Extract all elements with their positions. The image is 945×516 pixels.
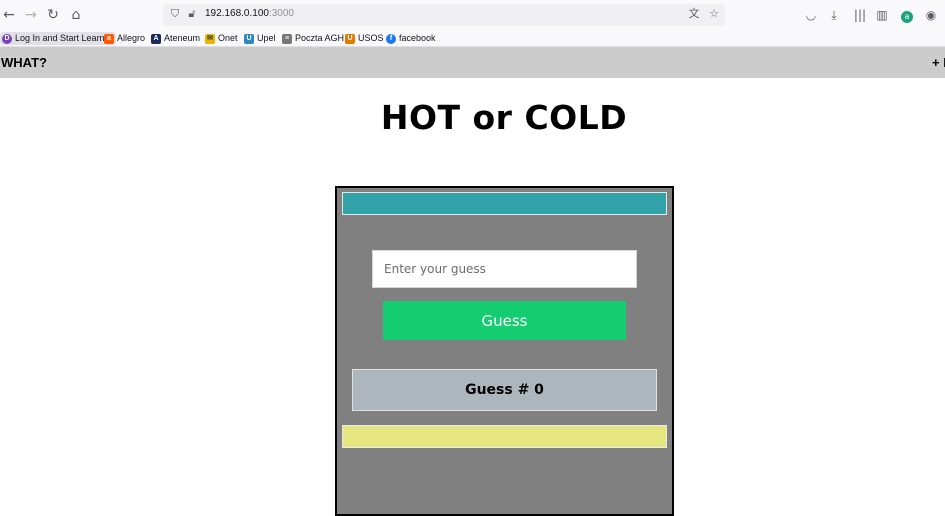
guess-button[interactable]: Guess: [383, 301, 626, 340]
download-icon[interactable]: ⤓: [825, 6, 843, 24]
feedback-bar: [342, 425, 667, 448]
poczta-icon: ≡: [282, 33, 292, 44]
insecure-lock-icon[interactable]: 🔓︎: [185, 7, 199, 21]
account-icon[interactable]: ◉: [922, 6, 940, 24]
ateneum-icon: A: [151, 33, 161, 44]
app-nav-title[interactable]: WHAT?: [1, 55, 47, 70]
sidebar-icon[interactable]: ▥: [873, 6, 891, 24]
library-icon[interactable]: |||: [851, 6, 869, 24]
guess-count: Guess # 0: [465, 382, 544, 398]
bookmark-item[interactable]: a Allegro: [104, 32, 145, 45]
bookmark-label: Onet: [218, 33, 238, 43]
d2l-icon: D: [2, 33, 12, 44]
facebook-icon: f: [386, 33, 396, 44]
bookmark-item[interactable]: D Log In and Start Learni...: [0, 32, 117, 45]
page-title: HOT or COLD: [380, 98, 628, 137]
bookmark-label: Poczta AGH: [295, 33, 345, 43]
bookmark-label: facebook: [399, 33, 436, 43]
bookmarks-bar: D Log In and Start Learni... a Allegro A…: [0, 30, 945, 47]
url-host: 192.168.0.100: [205, 8, 269, 19]
reload-icon[interactable]: ↻: [44, 6, 62, 24]
upel-icon: U: [244, 33, 254, 44]
bookmark-item[interactable]: f facebook: [386, 32, 436, 45]
shield-icon[interactable]: ⛉: [168, 7, 182, 21]
onet-icon: ✉: [205, 33, 215, 44]
bookmark-label: USOS: [358, 33, 384, 43]
url-text[interactable]: 192.168.0.100:3000: [205, 8, 294, 19]
temperature-bar: [342, 192, 667, 215]
back-arrow-icon[interactable]: ←: [0, 6, 18, 24]
app-nav-new-game-link[interactable]: + I: [932, 55, 945, 70]
bookmark-item[interactable]: ✉ Onet: [205, 32, 238, 45]
url-bar[interactable]: ⛉ 🔓︎ 192.168.0.100:3000 文 ☆: [163, 4, 725, 26]
extension-icon[interactable]: a: [898, 6, 916, 24]
bookmark-item[interactable]: A Ateneum: [151, 32, 200, 45]
browser-toolbar: ← → ↻ ⌂ ⛉ 🔓︎ 192.168.0.100:3000 文 ☆ ◡ ⤓ …: [0, 0, 945, 30]
bookmark-label: Upel: [257, 33, 276, 43]
guess-count-panel: Guess # 0: [352, 369, 657, 411]
pocket-icon[interactable]: ◡: [802, 6, 820, 24]
translate-icon[interactable]: 文: [687, 7, 701, 21]
app-navbar: WHAT? + I: [0, 47, 945, 78]
game-panel: Guess Guess # 0: [335, 186, 674, 516]
forward-arrow-icon[interactable]: →: [22, 6, 40, 24]
bookmark-item[interactable]: U USOS: [345, 32, 384, 45]
url-port: :3000: [268, 8, 294, 19]
bookmark-star-icon[interactable]: ☆: [707, 7, 721, 21]
guess-input[interactable]: [372, 250, 637, 288]
allegro-icon: a: [104, 33, 114, 44]
bookmark-item[interactable]: ≡ Poczta AGH: [282, 32, 344, 45]
bookmark-item[interactable]: U Upel: [244, 32, 276, 45]
home-icon[interactable]: ⌂: [67, 6, 85, 24]
bookmark-label: Log In and Start Learni...: [15, 33, 115, 43]
usos-icon: U: [345, 33, 355, 44]
bookmark-label: Ateneum: [164, 33, 201, 43]
bookmark-label: Allegro: [117, 33, 146, 43]
